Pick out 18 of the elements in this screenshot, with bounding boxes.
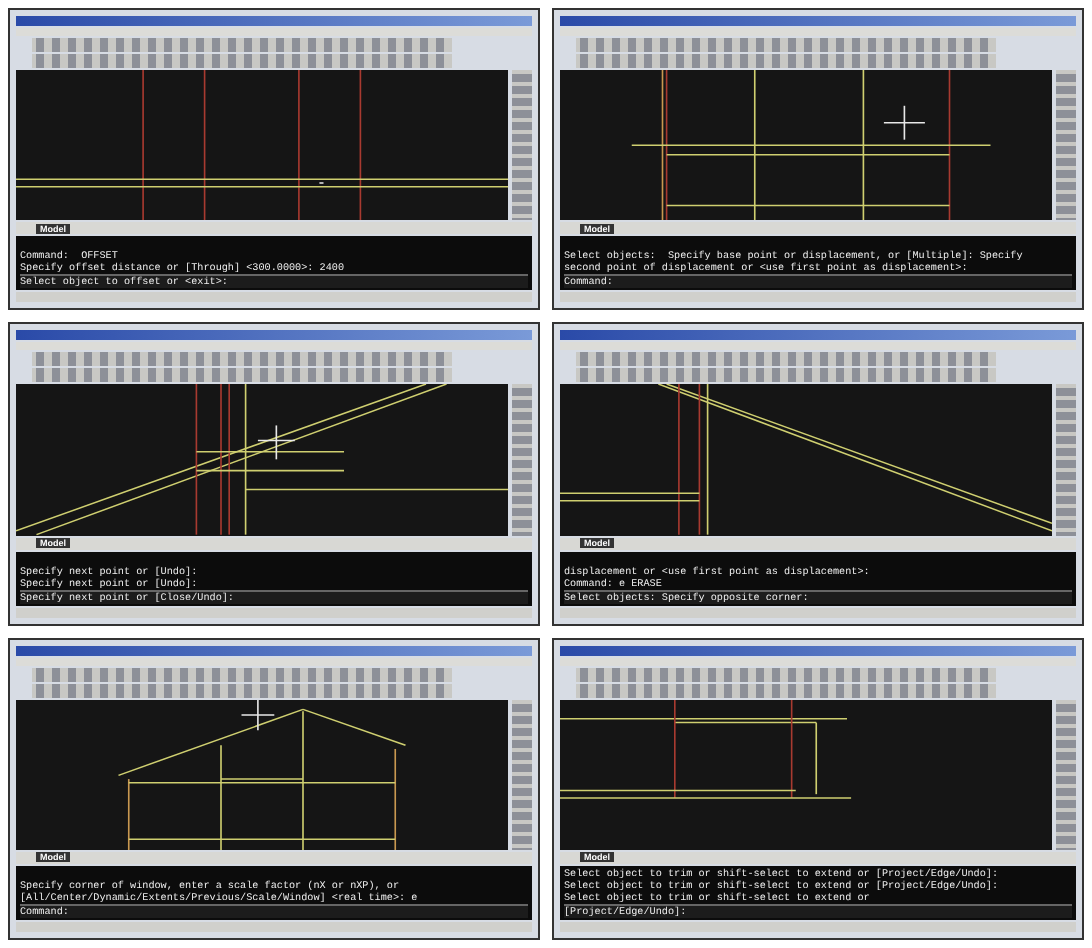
- draw-toolbar[interactable]: [512, 384, 532, 536]
- draw-toolbar[interactable]: [512, 699, 532, 850]
- toolbar[interactable]: [576, 368, 996, 383]
- toolbar[interactable]: [576, 352, 996, 367]
- toolbar[interactable]: [32, 667, 452, 682]
- draw-toolbar[interactable]: [1056, 699, 1076, 850]
- draw-toolbar[interactable]: [1056, 384, 1076, 536]
- toolbar[interactable]: [32, 54, 452, 68]
- toolbar[interactable]: [576, 54, 996, 68]
- toolbar[interactable]: [32, 38, 452, 52]
- toolbar[interactable]: [32, 352, 452, 367]
- draw-toolbar[interactable]: [1056, 70, 1076, 221]
- toolbar[interactable]: [576, 667, 996, 682]
- toolbar[interactable]: [32, 683, 452, 698]
- draw-toolbar[interactable]: [512, 70, 532, 221]
- toolbar[interactable]: [576, 683, 996, 698]
- toolbar[interactable]: [576, 38, 996, 52]
- toolbar[interactable]: [32, 368, 452, 383]
